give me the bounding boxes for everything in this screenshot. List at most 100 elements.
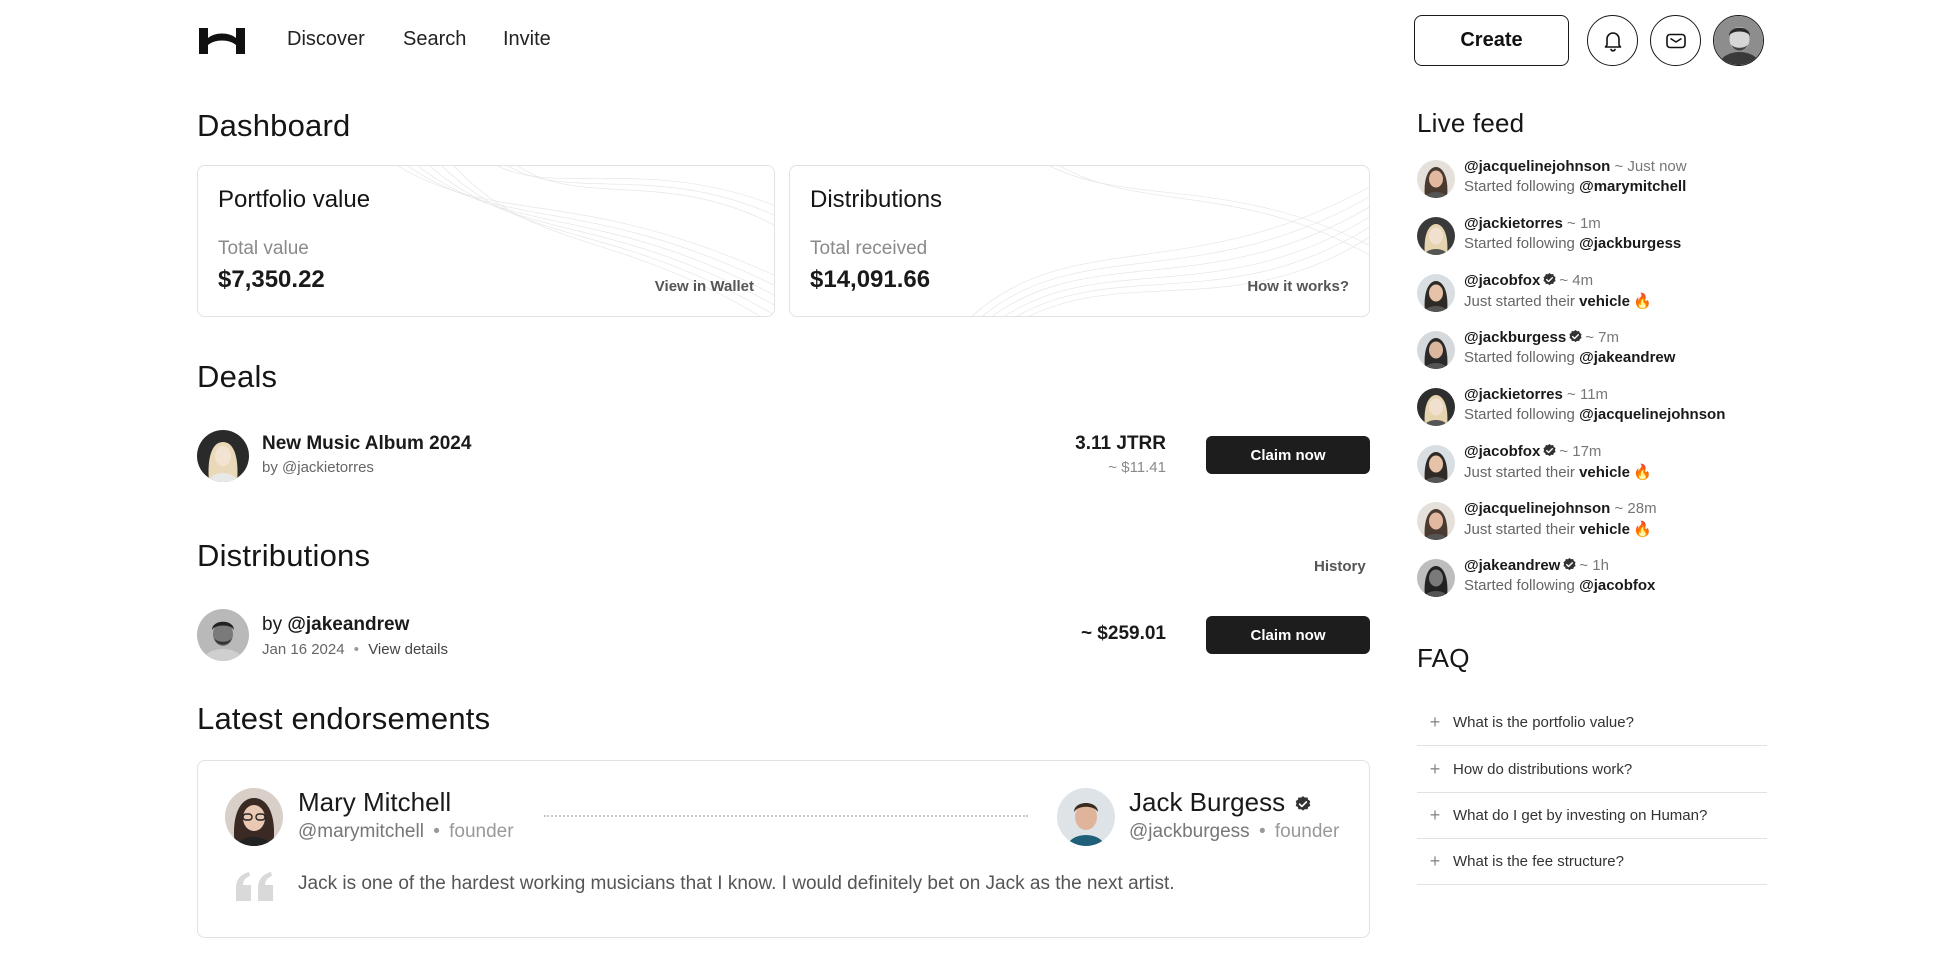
faq-question: What is the portfolio value? [1453,714,1634,731]
endorsement-quote: Jack is one of the hardest working music… [298,873,1175,894]
quote-icon [236,872,273,901]
feed-target[interactable]: @marymitchell [1579,178,1686,195]
feed-target[interactable]: @jacobfox [1579,577,1655,594]
feed-target[interactable]: vehicle [1579,293,1630,310]
dashboard-title: Dashboard [197,108,351,143]
feed-target[interactable]: vehicle [1579,464,1630,481]
feed-handle[interactable]: @jackietorres [1464,215,1563,232]
feed-avatar[interactable] [1417,502,1455,540]
feed-action-text: Started following [1464,406,1580,423]
nav-discover[interactable]: Discover [287,28,365,51]
feed-action: Started following @jacquelinejohnson [1464,406,1725,423]
feed-item[interactable]: @jacquelinejohnson ~ Just now Started fol… [1417,158,1777,204]
verified-badge-icon [1543,443,1556,457]
deal-avatar [197,430,249,482]
nav-search[interactable]: Search [403,28,466,51]
endorsee-avatar[interactable] [1057,788,1115,846]
feed-avatar[interactable] [1417,160,1455,198]
how-it-works-link[interactable]: How it works? [1247,278,1349,295]
feed-action: Started following @marymitchell [1464,178,1686,195]
feed-header: @jackietorres ~ 11m [1464,386,1608,403]
faq-item[interactable]: + What is the portfolio value? [1417,700,1767,746]
feed-item[interactable]: @jackietorres ~ 11m Started following @ja… [1417,386,1777,432]
feed-item[interactable]: @jakeandrew ~ 1h Started following @jacobf… [1417,557,1777,603]
feed-item[interactable]: @jacquelinejohnson ~ 28m Just started the… [1417,500,1777,546]
faq-question: How do distributions work? [1453,761,1633,778]
view-in-wallet-link[interactable]: View in Wallet [655,278,754,295]
feed-handle[interactable]: @jacquelinejohnson [1464,500,1610,517]
distribution-avatar [197,609,249,661]
feed-action: Just started their vehicle 🔥 [1464,520,1652,538]
faq-title: FAQ [1417,643,1470,673]
feed-avatar[interactable] [1417,274,1455,312]
endorser-avatar[interactable] [225,788,283,846]
feed-item[interactable]: @jackietorres ~ 1m Started following @jac… [1417,215,1777,261]
endorsement-connector [544,815,1028,817]
distributions-label: Total received [810,238,928,259]
user-avatar[interactable] [1713,15,1764,66]
bell-icon [1604,31,1621,52]
endorser-name[interactable]: Mary Mitchell [298,787,451,818]
distribution-claim-button[interactable]: Claim now [1206,616,1370,654]
feed-target[interactable]: @jacquelinejohnson [1579,406,1725,423]
mail-icon [1665,33,1686,48]
plus-icon: + [1429,712,1441,732]
feed-item[interactable]: @jackburgess ~ 7m Started following @jakea… [1417,329,1777,375]
messages-button[interactable] [1650,15,1701,66]
feed-target[interactable]: vehicle [1579,521,1630,538]
endorsee-handle: @jackburgess • founder [1129,821,1340,842]
faq-item[interactable]: + How do distributions work? [1417,747,1767,793]
feed-time: ~ 28m [1614,500,1657,517]
distributions-card: Distributions Total received $14,091.66 … [789,165,1370,317]
feed-target[interactable]: @jackburgess [1579,235,1681,252]
feed-item[interactable]: @jacobfox ~ 4m Just started their vehicle 🔥 [1417,272,1777,318]
faq-item[interactable]: + What is the fee structure? [1417,839,1767,885]
plus-icon: + [1429,805,1441,825]
view-details-link[interactable]: View details [368,641,448,658]
feed-action-text: Just started their [1464,464,1580,481]
feed-avatar[interactable] [1417,559,1455,597]
endorsee-name[interactable]: Jack Burgess [1129,787,1314,818]
h-logo-icon[interactable] [199,28,245,54]
feed-action: Just started their vehicle 🔥 [1464,463,1652,481]
feed-header: @jacobfox ~ 4m [1464,272,1593,289]
distribution-handle[interactable]: @jakeandrew [287,614,409,635]
faq-item[interactable]: + What do I get by investing on Human? [1417,793,1767,839]
feed-action: Started following @jakeandrew [1464,349,1675,366]
distributions-title: Distributions [197,538,371,573]
feed-time: ~ 1h [1579,557,1609,574]
feed-action-text: Started following [1464,235,1580,252]
deals-title: Deals [197,359,278,394]
verified-badge-icon [1296,796,1311,811]
create-button[interactable]: Create [1414,15,1569,66]
feed-handle[interactable]: @jackietorres [1464,386,1563,403]
distribution-date: Jan 16 2024 [262,641,345,658]
feed-target[interactable]: @jakeandrew [1579,349,1675,366]
feed-handle[interactable]: @jacquelinejohnson [1464,158,1610,175]
faq-question: What do I get by investing on Human? [1453,807,1708,824]
feed-handle[interactable]: @jacobfox [1464,443,1540,460]
feed-header: @jakeandrew ~ 1h [1464,557,1609,574]
portfolio-title: Portfolio value [218,186,371,213]
feed-avatar[interactable] [1417,388,1455,426]
fire-icon: 🔥 [1632,521,1652,538]
feed-item[interactable]: @jacobfox ~ 17m Just started their vehicle… [1417,443,1777,489]
feed-time: ~ 4m [1559,272,1594,289]
fire-icon: 🔥 [1632,293,1652,310]
feed-header: @jacobfox ~ 17m [1464,443,1601,460]
deal-claim-button[interactable]: Claim now [1206,436,1370,474]
feed-handle[interactable]: @jakeandrew [1464,557,1560,574]
feed-avatar[interactable] [1417,445,1455,483]
notifications-button[interactable] [1587,15,1638,66]
feed-handle[interactable]: @jackburgess [1464,329,1566,346]
history-link[interactable]: History [1314,558,1366,575]
feed-action-text: Started following [1464,349,1580,366]
feed-handle[interactable]: @jacobfox [1464,272,1540,289]
distribution-by: by @jakeandrew [262,614,410,635]
feed-action-text: Just started their [1464,293,1580,310]
deal-title[interactable]: New Music Album 2024 [262,433,471,455]
verified-badge-icon [1543,272,1556,286]
nav-invite[interactable]: Invite [503,28,551,51]
feed-avatar[interactable] [1417,331,1455,369]
feed-avatar[interactable] [1417,217,1455,255]
